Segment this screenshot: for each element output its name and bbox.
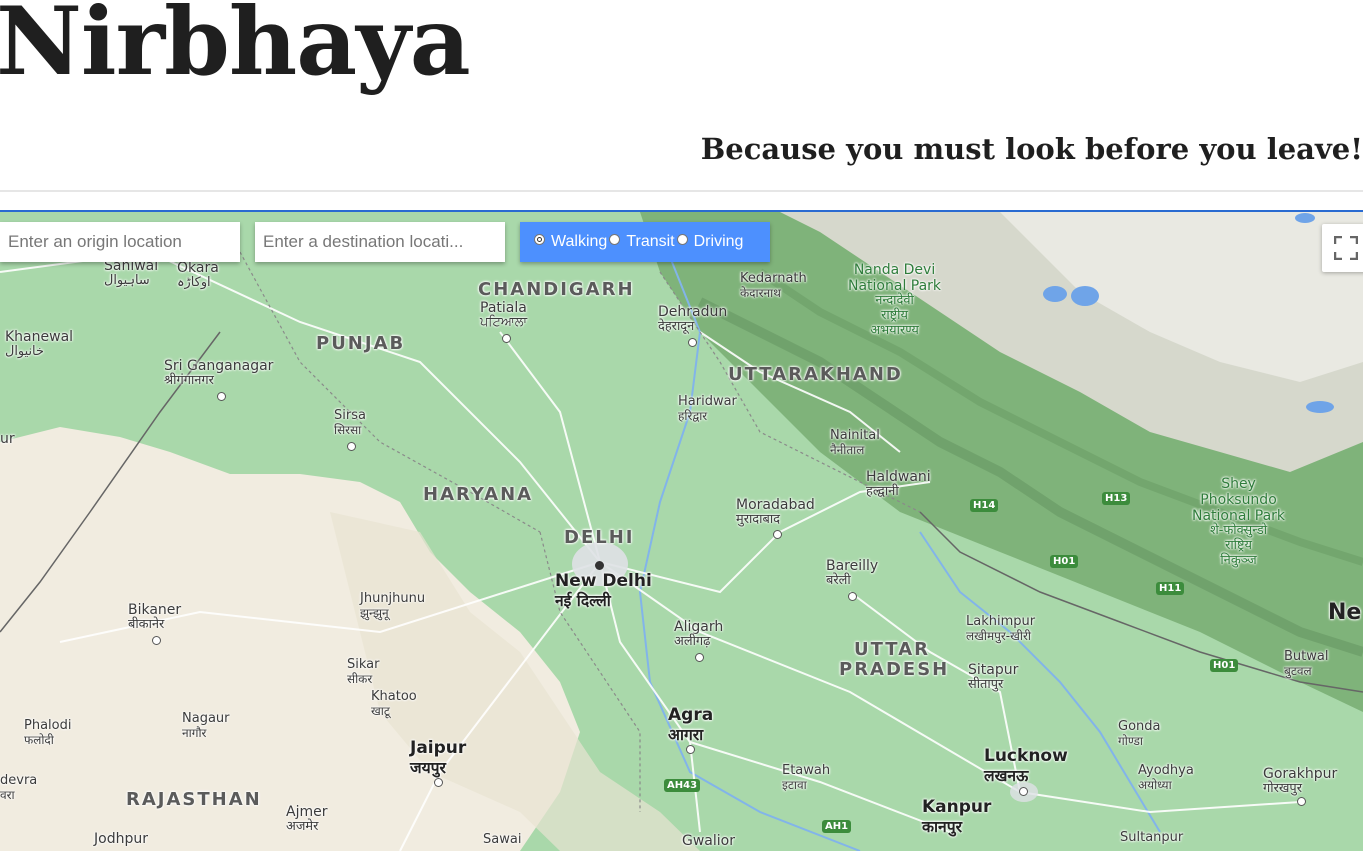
- map-label-sirsa: Sirsa सिरसा: [334, 408, 366, 437]
- map-label-okara: Okara اوکاڑہ: [177, 260, 219, 291]
- city-marker: [434, 778, 443, 787]
- map-label-nanda-devi: Nanda Devi National Park नन्दादेवी राष्ट…: [848, 262, 942, 338]
- map-label-shey-phoksundo: Shey Phoksundo National Park शे-फोक्सुन्…: [1192, 476, 1286, 568]
- highway-badge-ah43: AH43: [664, 779, 701, 792]
- map-label-delhi: DELHI: [564, 527, 635, 548]
- map-label-jodhpur: Jodhpur: [94, 831, 148, 847]
- city-marker: [695, 653, 704, 662]
- map-label-uttar-pradesh-2: PRADESH: [839, 659, 950, 680]
- map-label-gwalior: Gwalior: [682, 833, 735, 849]
- city-marker: [1297, 797, 1306, 806]
- mode-walking-label: Walking: [551, 233, 608, 250]
- map-label-sikar: Sikar सीकर: [347, 657, 380, 686]
- map-label-phalodi: Phalodi फलोदी: [24, 718, 72, 747]
- highway-badge-h11: H11: [1156, 582, 1185, 595]
- map-view[interactable]: PUNJAB CHANDIGARH HARYANA DELHI UTTARAKH…: [0, 210, 1363, 851]
- walking-radio[interactable]: [534, 233, 545, 245]
- map-label-haridwar: Haridwar हरिद्वार: [678, 394, 737, 423]
- city-marker: [217, 392, 226, 401]
- map-label-jhunjhunu: Jhunjhunu झुन्झुनू: [360, 591, 426, 620]
- fullscreen-icon: [1334, 236, 1358, 260]
- map-label-haryana: HARYANA: [423, 484, 534, 505]
- mode-driving-label: Driving: [693, 233, 744, 250]
- map-label-devra: devra वरा: [0, 773, 38, 802]
- mode-driving[interactable]: Driving: [676, 233, 744, 251]
- fullscreen-button[interactable]: [1322, 224, 1363, 272]
- map-label-punjab: PUNJAB: [316, 333, 406, 354]
- header-divider: [0, 190, 1363, 192]
- map-label-new-delhi: New Delhi नई दिल्ली: [555, 571, 652, 610]
- map-label-agra: Agra आगरा: [668, 705, 714, 744]
- city-marker: [773, 530, 782, 539]
- map-label-moradabad: Moradabad मुरादाबाद: [736, 497, 815, 528]
- map-label-aligarh: Aligarh अलीगढ़: [674, 619, 724, 650]
- site-tagline: Because you must look before you leave!: [700, 132, 1363, 166]
- mode-walking[interactable]: Walking: [534, 233, 607, 251]
- driving-radio[interactable]: [676, 233, 688, 245]
- city-marker: [152, 636, 161, 645]
- highway-badge-h13: H13: [1102, 492, 1131, 505]
- map-label-nagaur: Nagaur नागौर: [182, 711, 230, 740]
- map-label-kanpur: Kanpur कानपुर: [922, 797, 992, 836]
- highway-badge-h01: H01: [1050, 555, 1079, 568]
- map-label-gonda: Gonda गोण्डा: [1118, 719, 1161, 748]
- map-label-chandigarh: CHANDIGARH: [478, 279, 635, 300]
- map-label-patiala: Patiala ਪਟਿਆਲਾ: [480, 300, 528, 331]
- map-label-bareilly: Bareilly बरेली: [826, 558, 879, 589]
- city-marker: [347, 442, 356, 451]
- map-label-ne: Ne: [1328, 600, 1362, 625]
- map-label-haldwani: Haldwani हल्द्वानी: [866, 469, 931, 500]
- map-label-jaipur: Jaipur जयपुर: [410, 738, 467, 777]
- map-label-sahiwal: Sahiwal ساہیوال: [104, 258, 159, 289]
- map-label-dehradun: Dehradun देहरादून: [658, 304, 728, 335]
- map-label-nainital: Nainital नैनीताल: [830, 428, 880, 457]
- map-label-khatoo: Khatoo खाटू: [371, 689, 417, 718]
- map-label-ajmer: Ajmer अजमेर: [286, 804, 328, 835]
- map-label-lakhimpur: Lakhimpur लखीमपुर-खीरी: [966, 614, 1036, 643]
- city-marker: [848, 592, 857, 601]
- highway-badge-h01-2: H01: [1210, 659, 1239, 672]
- map-label-uttar-pradesh-1: UTTAR: [854, 639, 930, 660]
- map-label-uttarakhand: UTTARAKHAND: [728, 364, 903, 385]
- map-label-khanewal: Khanewal خانیوال: [5, 329, 74, 360]
- map-label-bikaner: Bikaner बीकानेर: [128, 602, 182, 633]
- map-label-sri-ganganagar: Sri Ganganagar श्रीगंगानगर: [164, 358, 274, 389]
- map-label-rajasthan: RAJASTHAN: [126, 789, 262, 810]
- city-marker: [502, 334, 511, 343]
- map-label-sitapur: Sitapur सीतापुर: [968, 662, 1019, 693]
- map-label-gorakhpur: Gorakhpur गोरखपुर: [1263, 766, 1338, 797]
- transit-radio[interactable]: [609, 233, 621, 245]
- origin-input[interactable]: [0, 222, 240, 262]
- city-marker: [688, 338, 697, 347]
- map-label-ayodhya: Ayodhya अयोध्या: [1138, 763, 1194, 792]
- highway-badge-h14: H14: [970, 499, 999, 512]
- destination-input[interactable]: [255, 222, 505, 262]
- map-label-lucknow: Lucknow लखनऊ: [984, 746, 1068, 785]
- map-label-ur: ur: [0, 431, 15, 447]
- site-title: Nirbhaya: [0, 0, 471, 97]
- map-label-sultanpur: Sultanpur: [1120, 830, 1184, 845]
- map-label-butwal: Butwal बुटवल: [1284, 649, 1329, 678]
- city-marker: [1019, 787, 1028, 796]
- map-label-sawai: Sawai: [483, 832, 522, 847]
- city-marker: [686, 745, 695, 754]
- highway-badge-ah1: AH1: [822, 820, 852, 833]
- mode-transit-label: Transit: [626, 233, 675, 250]
- map-label-etawah: Etawah इटावा: [782, 763, 831, 792]
- map-label-kedarnath: Kedarnath केदारनाथ: [740, 271, 807, 300]
- capital-marker: [595, 561, 604, 570]
- travel-mode-selector: Walking Transit Driving: [520, 222, 770, 262]
- mode-transit[interactable]: Transit: [609, 233, 675, 251]
